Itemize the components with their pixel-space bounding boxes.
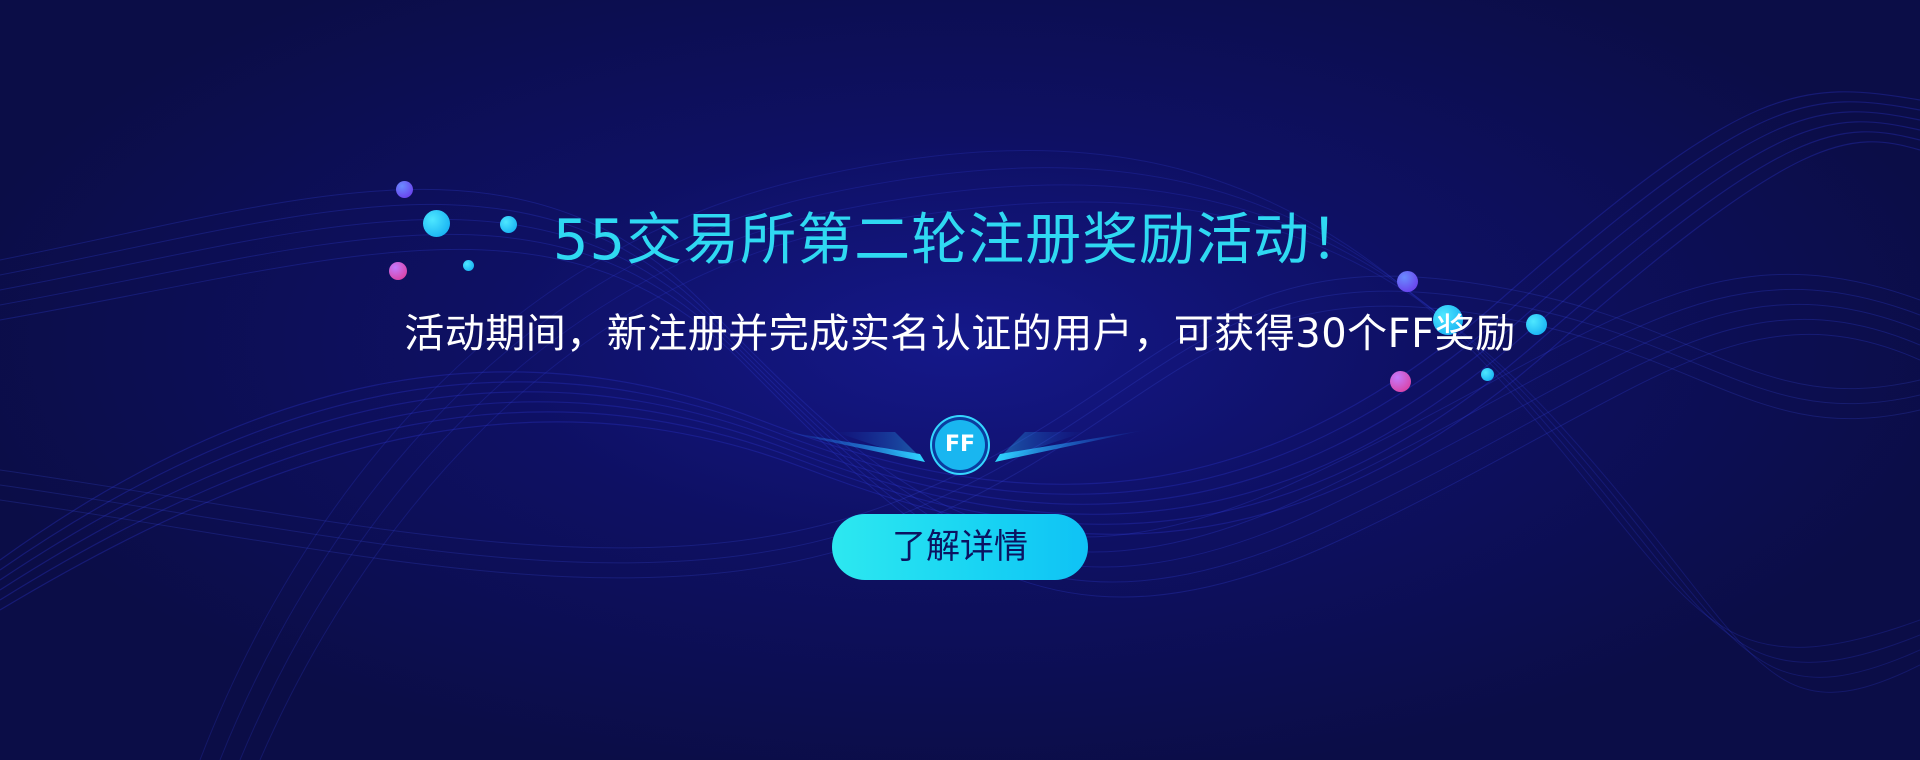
coin-badge-row: FF — [0, 418, 1920, 478]
banner-subline: 活动期间，新注册并完成实名认证的用户，可获得30个FF奖励 — [404, 311, 1516, 357]
wave-lines-background — [0, 91, 1920, 760]
light-beam-icon — [775, 430, 925, 462]
ff-token-icon: FF — [935, 420, 985, 470]
learn-more-button[interactable]: 了解详情 — [832, 514, 1088, 580]
promo-banner: 55交易所第二轮注册奖励活动！ 活动期间，新注册并完成实名认证的用户，可获得30… — [0, 0, 1920, 760]
banner-headline: 55交易所第二轮注册奖励活动！ — [552, 208, 1368, 273]
bubble-dot-icon — [1481, 368, 1494, 381]
light-beam-icon — [995, 430, 1145, 462]
bubble-dot-icon — [1390, 371, 1411, 392]
bubble-dot-icon — [396, 181, 413, 198]
